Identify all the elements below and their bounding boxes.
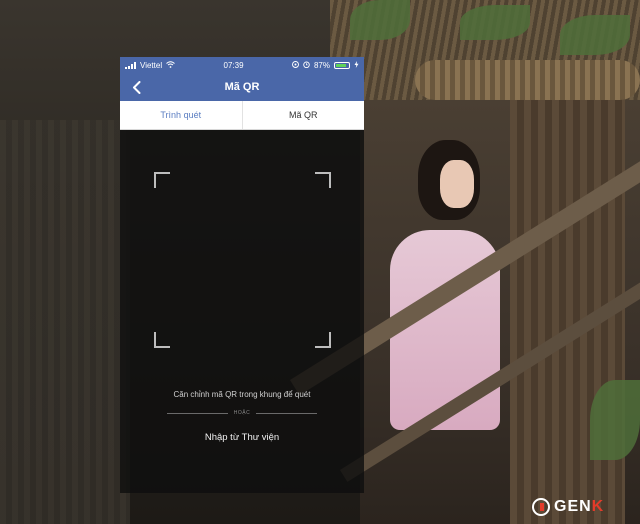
battery-icon <box>333 61 350 69</box>
scan-frame-corner-top-left <box>154 172 170 188</box>
import-from-library-button[interactable]: Nhập từ Thư viện <box>120 432 364 443</box>
logo-text-prefix: GEN <box>554 498 592 515</box>
divider-line <box>167 412 228 414</box>
scan-frame-corner-top-right <box>315 172 331 188</box>
phone-screen: Viettel 07:39 87% Mã QR Trình quét Mã QR… <box>120 57 364 493</box>
scan-frame-corner-bottom-right <box>315 332 331 348</box>
genk-logo-icon <box>532 498 550 516</box>
charging-icon <box>354 60 359 70</box>
scan-frame-corner-bottom-left <box>154 332 170 348</box>
location-icon <box>292 60 299 70</box>
battery-level <box>335 63 347 67</box>
page-title: Mã QR <box>224 81 260 93</box>
status-right: 87% <box>292 60 359 70</box>
back-button[interactable] <box>126 77 146 97</box>
scan-hint-text: Căn chỉnh mã QR trong khung để quét <box>173 390 311 399</box>
background-leaf <box>460 5 530 40</box>
status-left: Viettel <box>125 61 175 70</box>
background-leaf <box>590 380 640 460</box>
logo-text: GENK <box>554 498 604 516</box>
tab-bar: Trình quét Mã QR <box>120 101 364 130</box>
wifi-icon <box>166 60 175 70</box>
divider-line <box>256 412 318 414</box>
camera-viewfinder[interactable]: Căn chỉnh mã QR trong khung để quét HOẶC… <box>120 130 364 493</box>
or-label: HOẶC <box>233 410 251 416</box>
title-row: Mã QR <box>120 73 364 101</box>
background-roof-edge <box>415 60 640 100</box>
back-chevron-icon <box>132 80 140 94</box>
signal-icon <box>125 61 136 69</box>
alarm-icon <box>303 61 310 70</box>
navigation-bar: Viettel 07:39 87% Mã QR <box>120 57 364 101</box>
clock: 07:39 <box>223 60 244 70</box>
logo-text-suffix: K <box>591 498 605 515</box>
battery-percent: 87% <box>313 60 330 70</box>
background-wall <box>0 120 130 524</box>
tab-qr-code[interactable]: Mã QR <box>241 101 365 129</box>
carrier-label: Viettel <box>140 60 163 70</box>
background-leaf <box>350 0 410 40</box>
background-person-face <box>440 160 474 208</box>
or-divider: HOẶC <box>167 410 318 416</box>
background-leaf <box>560 15 630 55</box>
genk-logo: GENK <box>532 498 604 516</box>
status-bar: Viettel 07:39 87% <box>120 57 364 73</box>
tab-scanner[interactable]: Trình quét <box>120 101 242 129</box>
